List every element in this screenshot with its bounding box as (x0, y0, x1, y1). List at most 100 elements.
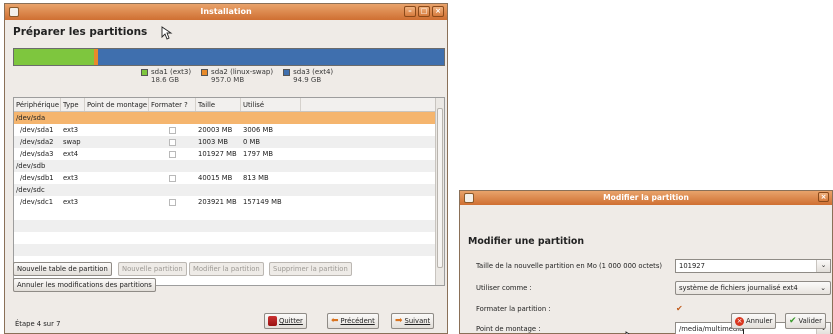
step-indicator: Étape 4 sur 7 (15, 320, 61, 328)
format-label: Formater la partition : (476, 305, 551, 313)
dialog-title: Modifier la partition (603, 193, 689, 202)
mount-label: Point de montage : (476, 325, 541, 333)
column-header[interactable]: Périphérique (14, 98, 61, 111)
cell-device: /dev/sdc1 (20, 198, 54, 206)
legend-swatch (141, 68, 148, 76)
scrollbar-thumb[interactable] (437, 108, 443, 268)
cell-used: 1797 MB (243, 150, 273, 158)
spin-icon[interactable]: ⌄ (816, 260, 830, 272)
dialog-heading: Modifier une partition (468, 236, 585, 247)
cell-device: /dev/sdc (16, 186, 45, 194)
forward-button[interactable]: ➡ Suivant (391, 313, 435, 329)
size-spinbox[interactable]: 101927 ⌄ (675, 259, 831, 273)
quit-button[interactable]: Quitter (264, 313, 307, 329)
column-header[interactable]: Point de montage (85, 98, 149, 111)
format-checkbox[interactable] (169, 198, 176, 206)
cell-size: 20003 MB (198, 126, 233, 134)
table-row[interactable]: /dev/sda (14, 112, 444, 124)
table-row[interactable]: /dev/sdb (14, 160, 444, 172)
cancel-icon: × (735, 316, 744, 326)
cell-format (149, 150, 196, 158)
window-title: Installation (200, 7, 252, 16)
modify-partition-button[interactable]: Modifier la partition (189, 262, 264, 276)
legend-item: sda1 (ext3) 18.6 GB (141, 68, 191, 84)
cell-type: ext3 (63, 198, 79, 206)
delete-partition-button[interactable]: Supprimer la partition (269, 262, 352, 276)
table-row[interactable]: /dev/sdb1 ext3 40015 MB 813 MB (14, 172, 444, 184)
size-label: Taille de la nouvelle partition en Mo (1… (476, 262, 663, 270)
use-as-select[interactable]: système de fichiers journalisé ext4 ⌄ (675, 281, 831, 295)
table-row (14, 244, 444, 256)
cancel-button[interactable]: × Annuler (731, 313, 777, 329)
use-as-label: Utiliser comme : (476, 284, 532, 292)
cell-format (149, 138, 196, 146)
column-header[interactable]: Formater ? (149, 98, 196, 111)
table-body: /dev/sda/dev/sda1 ext3 20003 MB 3006 MB/dev… (14, 112, 444, 256)
legend-size: 18.6 GB (151, 76, 180, 84)
legend-item: sda3 (ext4) 94.9 GB (283, 68, 333, 84)
cell-used: 0 MB (243, 138, 261, 146)
cell-type: ext3 (63, 126, 79, 134)
partition-table: Périphérique Type Point de montage Forma… (13, 97, 445, 286)
cell-used: 157149 MB (243, 198, 282, 206)
cell-size: 40015 MB (198, 174, 233, 182)
partition-segment (14, 49, 94, 65)
cell-used: 3006 MB (243, 126, 273, 134)
revert-changes-button[interactable]: Annuler les modifications des partitions (13, 278, 156, 292)
column-header[interactable]: Taille (196, 98, 241, 111)
new-partition-table-button[interactable]: Nouvelle table de partition (13, 262, 112, 276)
cell-device: /dev/sda3 (20, 150, 54, 158)
format-checkbox[interactable] (169, 138, 176, 146)
minimize-button[interactable]: – (404, 6, 416, 17)
table-scrollbar[interactable] (435, 98, 444, 285)
table-row (14, 220, 444, 232)
cell-size: 203921 MB (198, 198, 237, 206)
cell-type: ext4 (63, 150, 79, 158)
table-row (14, 232, 444, 244)
cell-device: /dev/sda1 (20, 126, 54, 134)
cell-size: 1003 MB (198, 138, 228, 146)
app-icon (9, 7, 19, 17)
check-icon: ✔ (789, 316, 797, 326)
maximize-button[interactable]: □ (418, 6, 430, 17)
legend-swatch (201, 68, 209, 76)
cell-format (149, 126, 196, 134)
legend-size: 957.0 MB (211, 76, 245, 84)
legend-label: sda2 (linux-swap) (211, 68, 274, 76)
table-row[interactable]: /dev/sda1 ext3 20003 MB 3006 MB (14, 124, 444, 136)
format-checkbox[interactable] (169, 126, 176, 134)
format-checkbox[interactable] (169, 150, 176, 158)
table-header: Périphérique Type Point de montage Forma… (14, 98, 444, 112)
cell-device: /dev/sdb1 (20, 174, 54, 182)
legend-item: sda2 (linux-swap) 957.0 MB (201, 68, 273, 84)
cell-device: /dev/sdb (16, 162, 46, 170)
table-row (14, 208, 444, 220)
column-header[interactable]: Type (61, 98, 85, 111)
cell-type: ext3 (63, 174, 79, 182)
legend-label: sda3 (ext4) (293, 68, 334, 76)
table-row[interactable]: /dev/sda3 ext4 101927 MB 1797 MB (14, 148, 444, 160)
window-titlebar[interactable]: Installation – □ × (5, 4, 447, 20)
legend-size: 94.9 GB (293, 76, 322, 84)
table-row[interactable]: /dev/sdc (14, 184, 444, 196)
dialog-close-button[interactable]: × (818, 192, 829, 202)
new-partition-button[interactable]: Nouvelle partition (118, 262, 187, 276)
close-button[interactable]: × (432, 6, 444, 17)
table-row[interactable]: /dev/sda2 swap 1003 MB 0 MB (14, 136, 444, 148)
cell-device: /dev/sda2 (20, 138, 54, 146)
column-header[interactable]: Utilisé (241, 98, 301, 111)
modify-partition-dialog: Modifier la partition × Modifier une par… (459, 190, 833, 334)
cell-device: /dev/sda (16, 114, 46, 122)
cell-size: 101927 MB (198, 150, 237, 158)
partition-segment (97, 49, 444, 65)
partition-bar (13, 48, 445, 66)
dialog-titlebar[interactable]: Modifier la partition × (460, 191, 832, 205)
chevron-down-icon: ⌄ (820, 284, 826, 292)
quit-icon (268, 316, 277, 326)
back-button[interactable]: ⬅ Précédent (327, 313, 379, 329)
ok-button[interactable]: ✔ Valider (785, 313, 826, 329)
table-row[interactable]: /dev/sdc1 ext3 203921 MB 157149 MB (14, 196, 444, 208)
arrow-left-icon: ⬅ (331, 316, 339, 326)
format-checkbox[interactable]: ✔ (676, 304, 685, 313)
format-checkbox[interactable] (169, 174, 176, 182)
